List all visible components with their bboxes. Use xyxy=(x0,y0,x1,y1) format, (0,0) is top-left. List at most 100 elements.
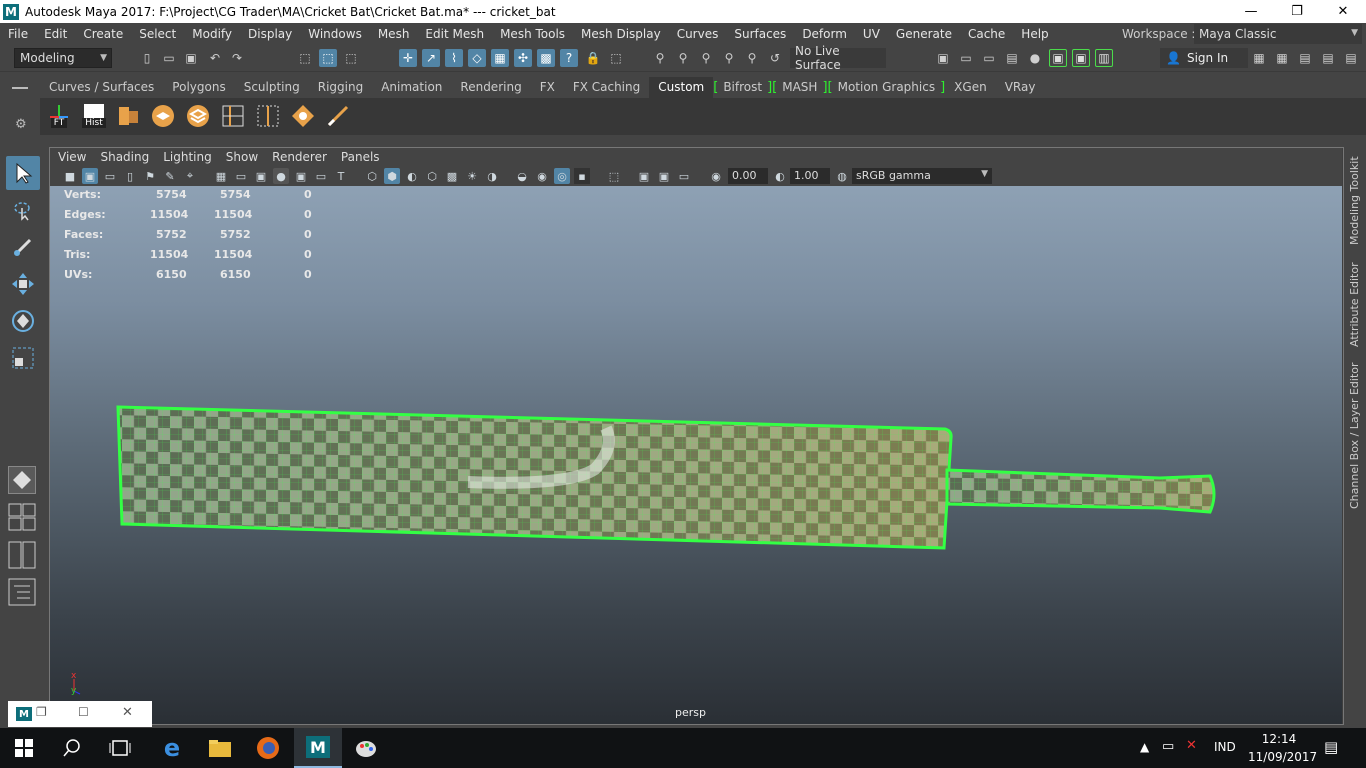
search-button[interactable] xyxy=(48,728,96,768)
magnet-icon[interactable]: ⚲ xyxy=(743,49,761,67)
paint-select-tool[interactable] xyxy=(6,230,40,264)
depth-of-field-icon[interactable]: ▪ xyxy=(574,168,590,184)
shelf-tab-fx[interactable]: FX xyxy=(531,77,564,98)
shelf-button-merge[interactable] xyxy=(289,101,317,131)
wireframe-on-shaded-icon[interactable]: ⬡ xyxy=(424,168,440,184)
outliner-layout-icon[interactable] xyxy=(8,578,36,606)
vray-render-icon[interactable]: ▣ xyxy=(1049,49,1067,67)
shelf-button-multicut[interactable] xyxy=(219,101,247,131)
shelf-tab-xgen[interactable]: XGen xyxy=(945,77,996,98)
menu-cache[interactable]: Cache xyxy=(960,27,1013,41)
vray-frame-buffer-icon[interactable]: ▥ xyxy=(1095,49,1113,67)
restore-icon[interactable]: ❐ xyxy=(36,705,47,719)
anti-alias-icon[interactable]: ◎ xyxy=(554,168,570,184)
safe-action-icon[interactable]: ▭ xyxy=(313,168,329,184)
color-management-icon[interactable]: ◍ xyxy=(834,168,850,184)
grid-icon[interactable]: ▦ xyxy=(213,168,229,184)
move-tool[interactable] xyxy=(6,267,40,301)
menu-select[interactable]: Select xyxy=(131,27,184,41)
menu-windows[interactable]: Windows xyxy=(300,27,370,41)
input-ops-icon[interactable]: ⚲ xyxy=(674,49,692,67)
taskbar-edge[interactable]: e xyxy=(148,728,196,768)
minimize-button[interactable]: — xyxy=(1228,0,1274,23)
menu-set-dropdown[interactable]: Modeling ▼ xyxy=(14,48,112,68)
shelf-tab-curves-surfaces[interactable]: Curves / Surfaces xyxy=(40,77,163,98)
shelf-tab-custom[interactable]: Custom xyxy=(649,77,714,98)
perspective-viewport[interactable]: x y xyxy=(50,186,1342,724)
input-language[interactable]: IND xyxy=(1214,740,1236,754)
close-icon[interactable]: ✕ xyxy=(122,705,133,720)
snap-surface-icon[interactable]: ▦ xyxy=(491,49,509,67)
ipr-render-icon[interactable]: ▭ xyxy=(980,49,998,67)
bookmark-icon[interactable]: ▭ xyxy=(102,168,118,184)
tray-chevron-up-icon[interactable]: ▲ xyxy=(1140,740,1149,754)
select-tool[interactable] xyxy=(6,156,40,190)
shelf-tab-polygons[interactable]: Polygons xyxy=(163,77,234,98)
menu-surfaces[interactable]: Surfaces xyxy=(726,27,794,41)
construction-icon[interactable]: ⚲ xyxy=(720,49,738,67)
panel-menu-renderer[interactable]: Renderer xyxy=(265,150,334,164)
film-gate-icon[interactable]: ▭ xyxy=(233,168,249,184)
field-chart-icon[interactable]: ▣ xyxy=(293,168,309,184)
snap-view-icon[interactable]: ▩ xyxy=(537,49,555,67)
render-settings-icon[interactable]: ▤ xyxy=(1003,49,1021,67)
menu-curves[interactable]: Curves xyxy=(669,27,727,41)
shelf-settings-icon[interactable]: ⚙ xyxy=(15,117,27,132)
snap-point-icon[interactable]: ⌇ xyxy=(445,49,463,67)
maximize-button[interactable]: ❐ xyxy=(1274,0,1320,23)
use-lights-icon[interactable]: ☀ xyxy=(464,168,480,184)
safe-title-icon[interactable]: T xyxy=(333,168,349,184)
shelf-button-delete-history[interactable]: Hist xyxy=(80,101,108,131)
shadows-icon[interactable]: ◑ xyxy=(484,168,500,184)
resolution-gate-icon[interactable]: ▣ xyxy=(253,168,269,184)
undo-icon[interactable]: ↶ xyxy=(206,49,224,67)
network-icon[interactable]: ✕ xyxy=(1186,738,1197,753)
motion-blur-icon[interactable]: ◉ xyxy=(534,168,550,184)
shelf-tab-animation[interactable]: Animation xyxy=(372,77,451,98)
camera-select-icon[interactable]: ■ xyxy=(62,168,78,184)
smooth-shade-icon[interactable]: ⬢ xyxy=(384,168,400,184)
menu-modify[interactable]: Modify xyxy=(184,27,240,41)
snap-plane-icon[interactable]: ◇ xyxy=(468,49,486,67)
minimized-window-bar[interactable]: M ❐ ☐ ✕ xyxy=(8,701,152,727)
snap-curve-icon[interactable]: ↗ xyxy=(422,49,440,67)
select-component-icon[interactable]: ⬚ xyxy=(342,49,360,67)
attribute-editor-toggle-icon[interactable]: ▦ xyxy=(1273,49,1291,67)
menu-uv[interactable]: UV xyxy=(855,27,888,41)
menu-display[interactable]: Display xyxy=(240,27,300,41)
shelf-button-smooth[interactable] xyxy=(149,101,177,131)
menu-generate[interactable]: Generate xyxy=(888,27,960,41)
lock-icon[interactable]: 🔒 xyxy=(584,49,602,67)
menu-help[interactable]: Help xyxy=(1013,27,1056,41)
render-view-icon[interactable]: ▣ xyxy=(934,49,952,67)
taskbar-file-explorer[interactable] xyxy=(196,728,244,768)
two-d-pan-icon[interactable]: ⚑ xyxy=(142,168,158,184)
snap-grid-icon[interactable]: ✛ xyxy=(399,49,417,67)
panel-menu-lighting[interactable]: Lighting xyxy=(156,150,219,164)
taskbar-maya[interactable]: M xyxy=(294,728,342,768)
four-view-layout-icon[interactable] xyxy=(8,503,36,531)
channel-box-toggle-icon[interactable]: ▤ xyxy=(1319,49,1337,67)
menu-deform[interactable]: Deform xyxy=(794,27,855,41)
isolate-select-icon[interactable]: ⬚ xyxy=(606,168,622,184)
modeling-toolkit-toggle-icon[interactable]: ▦ xyxy=(1250,49,1268,67)
shelf-button-freeze-transform[interactable]: FT xyxy=(45,101,73,131)
panel-menu-view[interactable]: View xyxy=(50,150,93,164)
image-plane-icon[interactable]: ▯ xyxy=(122,168,138,184)
gate-mask-icon[interactable]: ● xyxy=(273,168,289,184)
tool-settings-toggle-icon[interactable]: ▤ xyxy=(1296,49,1314,67)
clock[interactable]: 12:14 11/09/2017 xyxy=(1248,730,1317,766)
scale-tool[interactable] xyxy=(6,341,40,375)
textured-icon[interactable]: ▩ xyxy=(444,168,460,184)
shelf-menu-icon[interactable] xyxy=(12,87,28,89)
gamma-field[interactable]: 1.00 xyxy=(790,168,830,184)
battery-icon[interactable]: ▭ xyxy=(1162,739,1174,754)
hypershade-icon[interactable]: ● xyxy=(1026,49,1044,67)
panel-menu-shading[interactable]: Shading xyxy=(93,150,156,164)
xray-joints-icon[interactable]: ▭ xyxy=(676,168,692,184)
screen-space-ao-icon[interactable]: ◒ xyxy=(514,168,530,184)
vray-ipr-icon[interactable]: ▣ xyxy=(1072,49,1090,67)
grease-pencil-icon[interactable]: ✎ xyxy=(162,168,178,184)
wireframe-icon[interactable]: ⬡ xyxy=(364,168,380,184)
shelf-button-layers[interactable] xyxy=(184,101,212,131)
